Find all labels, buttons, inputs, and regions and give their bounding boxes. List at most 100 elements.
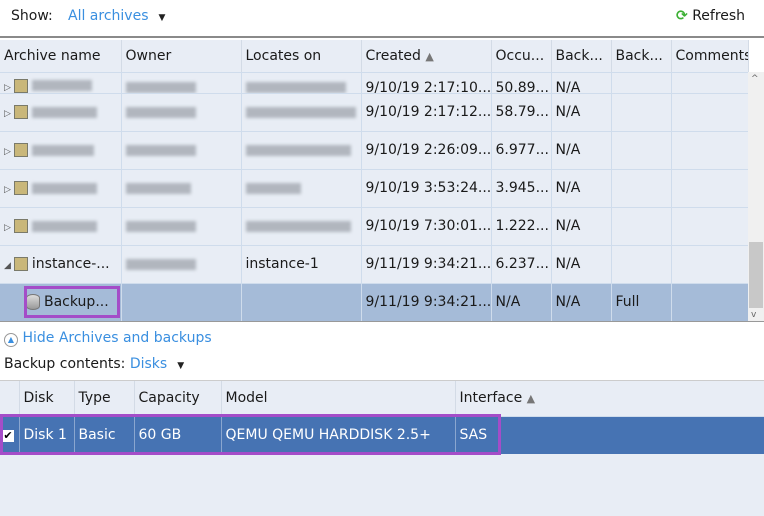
backup-col-1: N/A [551, 245, 612, 284]
show-label: Show: [11, 8, 53, 24]
col-locates-on[interactable]: Locates on [241, 40, 362, 73]
archive-icon [13, 257, 28, 271]
backup-col-1: N/A [551, 207, 612, 246]
archives-table: Archive name Owner Locates on Created ▲ … [0, 40, 749, 322]
expand-arrow-icon[interactable]: ▷ [4, 147, 11, 157]
sort-asc-icon: ▲ [526, 392, 536, 406]
occupied: 6.977... [491, 131, 552, 170]
comments [671, 131, 749, 170]
col-backup-1[interactable]: Back... [551, 40, 612, 73]
redacted-text [125, 81, 196, 92]
col-comments[interactable]: Comments [671, 40, 749, 73]
col-capacity[interactable]: Capacity [134, 381, 222, 417]
expand-arrow-icon[interactable]: ▷ [4, 185, 11, 195]
redacted-text [245, 81, 346, 92]
backup-contents-label: Backup contents: [4, 356, 126, 372]
archive-row[interactable]: ▷ 9/10/19 2:26:09... 6.977... N/A [0, 131, 749, 170]
hide-archives-label: Hide Archives and backups [22, 330, 212, 346]
col-occupied[interactable]: Occu... [491, 40, 552, 73]
backup-col-2 [611, 72, 672, 94]
archive-icon [13, 181, 28, 195]
redacted-text [245, 182, 301, 194]
occupied: 3.945... [491, 169, 552, 208]
backup-col-2 [611, 93, 672, 132]
archive-icon [13, 143, 28, 157]
disk-row-highlight [0, 414, 501, 455]
comments [671, 245, 749, 284]
created: 9/10/19 2:26:09... [361, 131, 492, 170]
toolbar: Show: All archives ▼ ⟳ Refresh [0, 0, 764, 38]
comments [671, 169, 749, 208]
expanded-arrow-icon[interactable]: ◢ [4, 261, 11, 271]
comments [671, 207, 749, 246]
col-interface-label: Interface [459, 390, 523, 407]
archive-name: instance-... [31, 256, 110, 272]
archive-row[interactable]: ▷ 9/10/19 7:30:01... 1.222... N/A [0, 207, 749, 246]
col-archive-name[interactable]: Archive name [0, 40, 122, 73]
created: 9/10/19 3:53:24... [361, 169, 492, 208]
backup-name-highlight [24, 286, 120, 318]
archive-row[interactable]: ◢ instance-... instance-1 9/11/19 9:34:21.… [0, 245, 749, 284]
backup-col-2 [611, 245, 672, 284]
hide-archives-link[interactable]: ▲ Hide Archives and backups [4, 330, 212, 347]
refresh-button[interactable]: ⟳ Refresh [676, 8, 745, 24]
occupied: 50.89... [491, 72, 552, 94]
redacted-text [31, 106, 97, 118]
archive-row[interactable]: ▷ 9/10/19 2:17:10... 50.89... N/A [0, 72, 749, 94]
disk-empty-cell [500, 416, 764, 454]
redacted-text [125, 220, 196, 232]
occupied: 1.222... [491, 207, 552, 246]
created: 9/10/19 2:17:12... [361, 93, 492, 132]
created: 9/11/19 9:34:21... [361, 245, 492, 284]
archive-icon [13, 105, 28, 119]
sort-asc-icon: ▲ [425, 49, 434, 63]
backup-col-2 [611, 131, 672, 170]
backup-col-1: N/A [551, 131, 612, 170]
backup-col-1: N/A [551, 72, 612, 94]
occupied: 6.237... [491, 245, 552, 284]
expand-arrow-icon[interactable]: ▷ [4, 223, 11, 233]
occupied: N/A [491, 283, 552, 322]
caret-down-icon: ▼ [177, 361, 185, 371]
created: 9/10/19 7:30:01... [361, 207, 492, 246]
archive-row[interactable]: ▷ 9/10/19 3:53:24... 3.945... N/A [0, 169, 749, 208]
redacted-text [245, 220, 351, 232]
comments [671, 93, 749, 132]
backup-col-2 [611, 207, 672, 246]
redacted-text [125, 182, 191, 194]
backup-contents-dropdown[interactable]: Disks ▼ [130, 356, 184, 372]
archive-row[interactable]: ▷ 9/10/19 2:17:12... 58.79... N/A [0, 93, 749, 132]
col-check [0, 381, 20, 417]
redacted-text [31, 220, 97, 232]
redacted-text [31, 182, 97, 194]
col-disk[interactable]: Disk [19, 381, 75, 417]
backup-col-1: N/A [551, 93, 612, 132]
col-model[interactable]: Model [221, 381, 456, 417]
expand-arrow-icon[interactable]: ▷ [4, 83, 11, 93]
backup-contents: Backup contents: Disks ▼ [4, 356, 184, 372]
archive-icon [13, 78, 28, 92]
comments [671, 283, 749, 322]
expand-arrow-icon[interactable]: ▷ [4, 109, 11, 119]
show-dropdown[interactable]: All archives ▼ [68, 8, 165, 24]
redacted-text [245, 106, 356, 118]
col-created[interactable]: Created ▲ [361, 40, 492, 73]
caret-down-icon: ▼ [158, 13, 166, 23]
collapse-up-icon: ▲ [4, 333, 18, 347]
backup-col-1: N/A [551, 283, 612, 322]
col-created-label: Created [365, 47, 421, 64]
redacted-text [125, 144, 196, 156]
backup-col-2: Full [611, 283, 672, 322]
show-value: All archives [68, 8, 149, 24]
redacted-text [125, 258, 196, 270]
redacted-text [125, 106, 196, 118]
scrollbar-thumb[interactable] [749, 242, 763, 308]
col-owner[interactable]: Owner [121, 40, 242, 73]
col-backup-2[interactable]: Back... [611, 40, 672, 73]
redacted-text [31, 144, 94, 156]
refresh-label: Refresh [692, 8, 746, 24]
archive-icon [13, 219, 28, 233]
backup-col-2 [611, 169, 672, 208]
col-interface[interactable]: Interface ▲ [455, 381, 764, 417]
col-type[interactable]: Type [74, 381, 135, 417]
